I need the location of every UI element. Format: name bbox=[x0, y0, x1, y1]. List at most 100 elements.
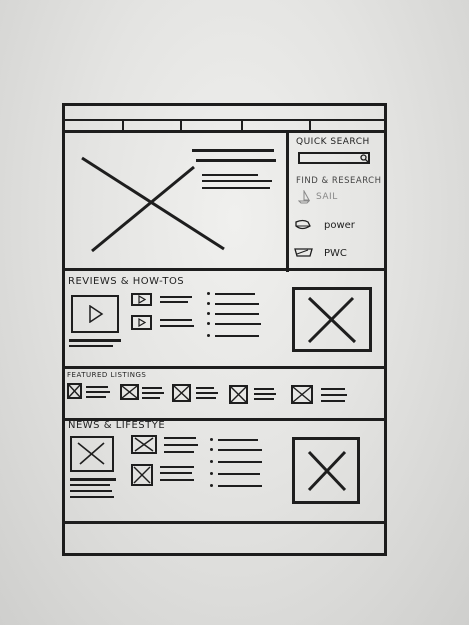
listing-card[interactable] bbox=[67, 383, 117, 405]
text-line bbox=[160, 466, 194, 468]
play-icon[interactable] bbox=[138, 295, 146, 304]
powerboat-icon bbox=[295, 219, 311, 230]
sidebar: QUICK SEARCH FIND & RESEARCH SAIL power … bbox=[290, 133, 386, 271]
text-line bbox=[196, 397, 216, 399]
sidebar-item-pwc[interactable]: PWC bbox=[294, 246, 378, 264]
hero-text-line bbox=[202, 187, 270, 189]
listing-card[interactable] bbox=[172, 384, 224, 406]
text-line bbox=[86, 396, 106, 398]
play-icon[interactable] bbox=[138, 318, 146, 327]
nav-bar bbox=[62, 120, 387, 131]
hero-text-line bbox=[202, 174, 258, 176]
text-line bbox=[321, 388, 345, 390]
hero-headline-line bbox=[196, 159, 276, 162]
bullet bbox=[210, 484, 213, 487]
listing-card[interactable] bbox=[229, 385, 281, 407]
reviews-section: REVIEWS & HOW-TOs bbox=[64, 271, 385, 366]
bullet bbox=[210, 472, 213, 475]
sidebar-item-label: power bbox=[324, 220, 355, 231]
list-item[interactable] bbox=[218, 473, 260, 475]
text-line bbox=[196, 392, 218, 394]
bullet bbox=[210, 448, 213, 451]
news-text-line bbox=[70, 484, 110, 486]
jetski-icon bbox=[294, 248, 313, 257]
quick-search-title: QUICK SEARCH bbox=[296, 137, 370, 147]
text-line bbox=[142, 387, 162, 389]
news-section: NEWS & LIFESTYE bbox=[64, 420, 385, 520]
text-line bbox=[164, 437, 196, 439]
news-link-list bbox=[210, 438, 270, 494]
text-line bbox=[164, 451, 194, 453]
hero-image-placeholder[interactable] bbox=[64, 133, 287, 268]
nav-tab-3[interactable] bbox=[180, 120, 242, 131]
sidebar-item-sail[interactable]: SAIL bbox=[296, 190, 376, 208]
sidebar-divider bbox=[286, 131, 289, 272]
bullet bbox=[207, 312, 210, 315]
ad-image-cross bbox=[307, 450, 347, 492]
listing-image-cross bbox=[68, 384, 81, 398]
hero-text-line bbox=[202, 180, 272, 182]
text-line bbox=[321, 400, 345, 402]
ad-image-cross bbox=[307, 296, 357, 344]
text-line bbox=[86, 391, 110, 393]
listing-image-cross bbox=[173, 385, 190, 401]
play-icon[interactable] bbox=[88, 305, 104, 323]
list-item[interactable] bbox=[218, 485, 262, 487]
nav-tab-4[interactable] bbox=[241, 120, 310, 131]
listing-card[interactable] bbox=[291, 385, 353, 407]
text-line bbox=[160, 296, 192, 298]
news-thumbnail-cross bbox=[134, 437, 154, 452]
listing-image-cross bbox=[121, 385, 138, 399]
list-item[interactable] bbox=[215, 335, 259, 337]
text-line bbox=[86, 386, 108, 388]
find-research-title: FIND & RESEARCH bbox=[296, 176, 382, 186]
list-item[interactable] bbox=[218, 461, 262, 463]
sidebar-item-power[interactable]: power bbox=[294, 218, 378, 236]
listing-image-cross bbox=[292, 386, 312, 403]
list-item[interactable] bbox=[215, 323, 261, 325]
news-feature-image-cross bbox=[77, 442, 105, 465]
list-item[interactable] bbox=[218, 439, 258, 441]
video-caption-line bbox=[69, 345, 113, 347]
review-link-list bbox=[207, 292, 267, 344]
text-line bbox=[160, 319, 192, 321]
news-title: NEWS & LIFESTYE bbox=[68, 420, 166, 431]
video-title-line bbox=[69, 339, 121, 342]
nav-tab-5[interactable] bbox=[309, 120, 387, 131]
news-headline-line bbox=[70, 478, 116, 481]
bullet bbox=[207, 292, 210, 295]
text-line bbox=[254, 388, 274, 390]
listing-card[interactable] bbox=[120, 384, 170, 406]
text-line bbox=[164, 444, 198, 446]
featured-listings-section: FEATURED LISTINGS bbox=[64, 368, 385, 418]
text-line bbox=[160, 472, 192, 474]
hero-headline-line bbox=[192, 149, 274, 152]
news-text-line bbox=[70, 496, 114, 498]
sidebar-item-label: SAIL bbox=[316, 192, 338, 202]
list-item[interactable] bbox=[215, 303, 259, 305]
sidebar-item-label: PWC bbox=[324, 248, 347, 259]
text-line bbox=[254, 393, 276, 395]
text-line bbox=[160, 479, 194, 481]
search-icon[interactable] bbox=[360, 154, 369, 163]
text-line bbox=[160, 325, 194, 327]
list-item[interactable] bbox=[215, 293, 255, 295]
hero-section bbox=[64, 133, 287, 268]
bullet bbox=[210, 438, 213, 441]
text-line bbox=[142, 392, 164, 394]
reviews-title: REVIEWS & HOW-TOs bbox=[68, 276, 185, 287]
bullet bbox=[207, 302, 210, 305]
news-text-line bbox=[70, 490, 112, 492]
footer bbox=[64, 524, 385, 552]
list-item[interactable] bbox=[215, 313, 259, 315]
text-line bbox=[160, 301, 188, 303]
featured-listings-title: FEATURED LISTINGS bbox=[67, 371, 147, 379]
nav-tab-2[interactable] bbox=[122, 120, 181, 131]
text-line bbox=[142, 397, 160, 399]
text-line bbox=[254, 398, 274, 400]
list-item[interactable] bbox=[218, 449, 262, 451]
nav-tab-1[interactable] bbox=[62, 120, 121, 131]
bullet bbox=[207, 322, 210, 325]
bullet bbox=[207, 334, 210, 337]
sailboat-icon bbox=[298, 190, 310, 204]
